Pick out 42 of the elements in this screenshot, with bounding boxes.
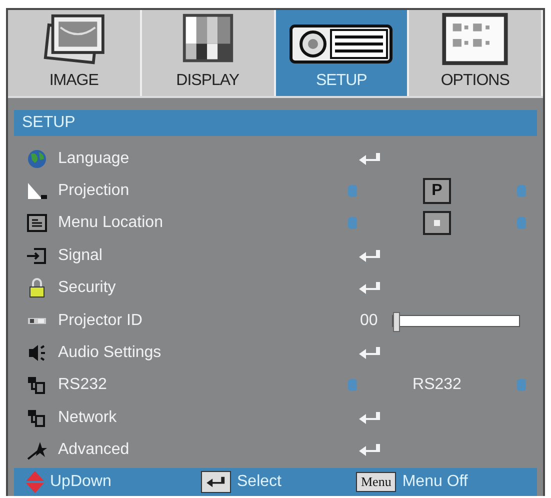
projector-icon: [289, 22, 394, 66]
enter-icon: [358, 410, 382, 425]
menu-key: Menu: [356, 472, 396, 492]
projection-mode-value: P: [423, 178, 451, 204]
enter-icon: [358, 281, 382, 296]
menu-item-label[interactable]: Projector ID: [58, 312, 348, 330]
input-icon: [26, 248, 46, 264]
menu-item-label[interactable]: Audio Settings: [58, 344, 348, 362]
hint-label: Menu Off: [402, 473, 468, 492]
menu-position-icon: [423, 211, 451, 236]
id-tag-icon: [28, 318, 46, 324]
enter-icon: [358, 443, 382, 458]
menu-item-label[interactable]: Menu Location: [58, 214, 348, 232]
pictures-icon: [42, 12, 106, 66]
star-icon: [27, 442, 47, 460]
options-grid-icon: [440, 12, 510, 66]
hint-label: Select: [237, 473, 282, 492]
network-icon: [28, 410, 45, 427]
network-icon: [28, 377, 45, 394]
globe-icon: [28, 150, 46, 168]
section-title: SETUP: [14, 110, 537, 136]
menu-item-label[interactable]: RS232: [58, 376, 348, 394]
document-icon: [27, 214, 47, 232]
menu-item-label[interactable]: Security: [58, 279, 348, 298]
speaker-icon: [29, 344, 46, 361]
projection-icon: [28, 183, 47, 200]
hint-label: UpDown: [50, 473, 112, 492]
menu-item-label[interactable]: Projection: [58, 182, 348, 200]
enter-icon: [358, 346, 382, 360]
enter-icon: [358, 152, 382, 166]
enter-key-icon: [201, 471, 231, 494]
menu-tab[interactable]: SETUP: [276, 10, 410, 96]
menu-item-label[interactable]: Language: [58, 150, 348, 168]
menu-item-label[interactable]: Network: [58, 408, 348, 427]
slider-thumb[interactable]: [393, 312, 400, 332]
up-down-icon: [26, 471, 44, 494]
value-reading: 00: [360, 312, 379, 330]
menu-item-label[interactable]: Advanced: [58, 441, 348, 460]
padlock-icon: [30, 278, 44, 298]
option-value: RS232: [412, 376, 462, 394]
menu-item-label[interactable]: Signal: [58, 246, 348, 265]
enter-icon: [358, 248, 382, 263]
